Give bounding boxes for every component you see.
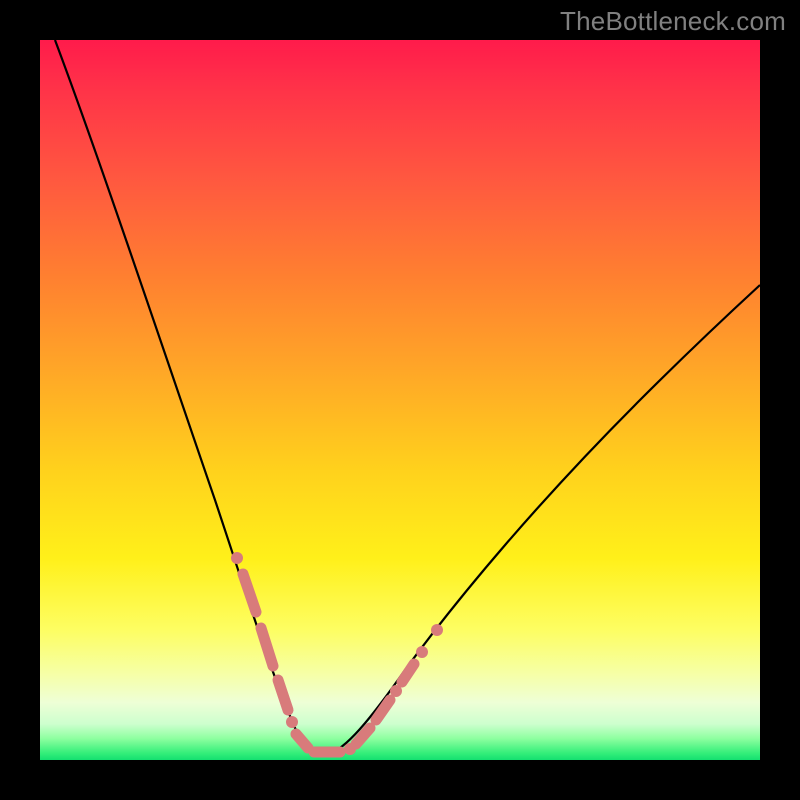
dots-left-seg3 — [278, 680, 288, 710]
plot-area — [40, 40, 760, 760]
dots-right-seg3 — [402, 664, 414, 682]
dots-floor-1 — [296, 734, 308, 748]
dots-left-seg2 — [261, 628, 273, 666]
watermark-text: TheBottleneck.com — [560, 6, 786, 37]
dots-right-seg2 — [376, 700, 390, 720]
dot — [416, 646, 428, 658]
dot — [286, 716, 298, 728]
curve-svg — [40, 40, 760, 760]
dots-left-seg1 — [243, 574, 256, 612]
dot — [231, 552, 243, 564]
bottleneck-curve — [55, 40, 760, 754]
chart-frame: TheBottleneck.com — [0, 0, 800, 800]
highlight-dots-group — [231, 552, 443, 755]
dot — [431, 624, 443, 636]
